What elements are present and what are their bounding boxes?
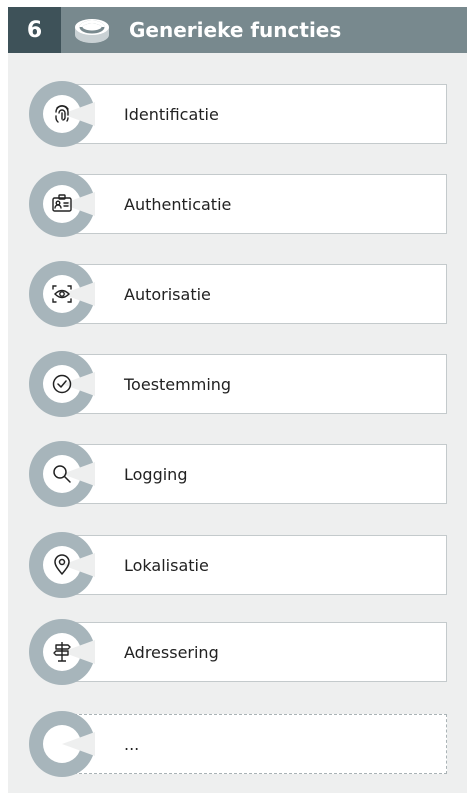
function-item-lokalisatie: Lokalisatie [29,532,449,598]
ring-shape [29,711,95,777]
signpost-icon [53,642,71,662]
check-circle-icon [52,374,72,394]
function-label: ... [124,734,140,754]
eye-scan-icon [52,285,72,303]
id-card-icon [52,194,72,212]
panel-header: 6 Generieke functies [8,7,467,53]
function-label: Identificatie [124,104,219,124]
function-item-more: ... [29,711,449,777]
function-item-autorisatie: Autorisatie [29,261,449,327]
function-item-logging: Logging [29,441,449,507]
function-label: Lokalisatie [124,555,209,575]
generic-functions-panel: 6 Generieke functies Identificatie Authe… [8,7,467,793]
function-item-adressering: Adressering [29,619,449,685]
function-label: Adressering [124,642,219,662]
function-item-toestemming: Toestemming [29,351,449,417]
function-label: Autorisatie [124,284,211,304]
cylinder-logo-icon [75,19,109,43]
function-label: Toestemming [124,374,232,394]
search-icon [53,465,71,483]
fingerprint-icon [55,105,69,123]
location-pin-icon [54,554,70,575]
function-label: Authenticatie [124,194,232,214]
function-label: Logging [124,464,188,484]
function-item-identificatie: Identificatie [29,81,449,147]
section-number: 6 [8,7,61,53]
function-item-authenticatie: Authenticatie [29,171,449,237]
panel-title: Generieke functies [129,18,342,42]
